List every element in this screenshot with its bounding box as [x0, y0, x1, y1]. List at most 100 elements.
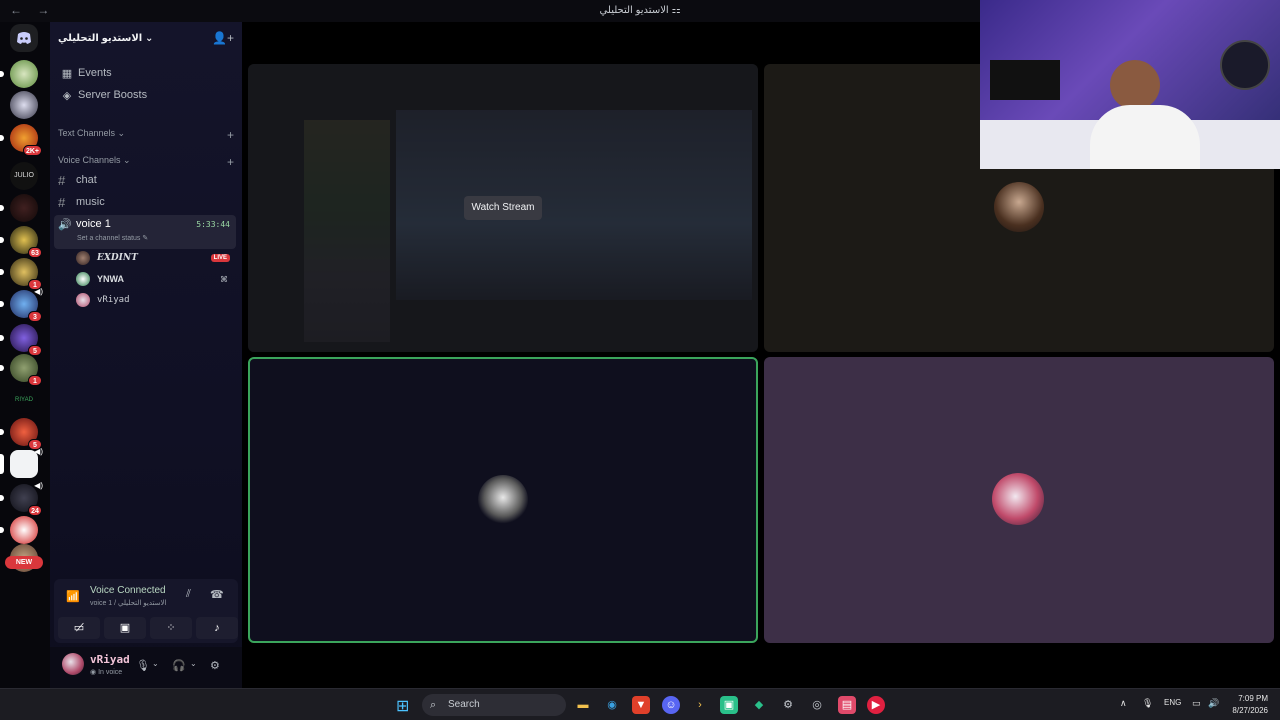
- watch-stream-button[interactable]: Watch Stream: [464, 196, 542, 220]
- server-boosts-item[interactable]: ◈ Server Boosts: [58, 85, 234, 105]
- stream-tile[interactable]: Watch Stream: [248, 64, 758, 352]
- headphones-icon[interactable]: 🎧: [172, 659, 186, 672]
- speaker-icon: ◀): [34, 481, 43, 490]
- channel-music[interactable]: # music: [54, 192, 236, 212]
- mention-badge: 24: [28, 505, 42, 516]
- tray-overflow-icon[interactable]: ∧: [1120, 698, 1127, 709]
- app-icon[interactable]: ◆: [750, 696, 768, 714]
- camera-button[interactable]: ▭̸: [58, 617, 100, 639]
- participant-avatar: [478, 475, 528, 525]
- mention-badge: 2K+: [22, 145, 42, 156]
- app-icon[interactable]: ◎: [808, 696, 826, 714]
- windows-start-icon[interactable]: ⊞: [396, 696, 409, 716]
- channel-label: voice 1: [76, 218, 111, 230]
- server-icon[interactable]: [0, 516, 38, 544]
- app-icon[interactable]: ▤: [838, 696, 856, 714]
- calendar-icon: ▦: [61, 67, 73, 80]
- activities-button[interactable]: ⁘: [150, 617, 192, 639]
- voice-channel-voice1[interactable]: 🔊 voice 1 5:33:44 Set a channel status ✎: [54, 215, 236, 249]
- soundboard-button[interactable]: ♪: [196, 617, 238, 639]
- signal-icon[interactable]: 📶: [66, 590, 80, 603]
- channel-status[interactable]: Set a channel status ✎: [77, 234, 148, 242]
- participant-tile[interactable]: [764, 357, 1274, 643]
- events-label: Events: [78, 67, 112, 79]
- live-badge: LIVE: [210, 254, 230, 262]
- boosts-label: Server Boosts: [78, 89, 148, 101]
- discord-home-button[interactable]: [10, 24, 38, 52]
- events-item[interactable]: ▦ Events: [58, 63, 234, 83]
- member-name: EXDINT: [97, 253, 138, 263]
- add-channel-icon[interactable]: +: [227, 128, 234, 142]
- volume-icon[interactable]: 🔊: [1208, 698, 1219, 709]
- mention-badge: 63: [28, 247, 42, 258]
- voice-member[interactable]: YNWA ⌘: [76, 270, 234, 288]
- noise-suppression-icon[interactable]: ⫽: [186, 588, 191, 601]
- channel-sidebar: الاستديو التحليلي ⌄ 👤+ ▦ Events ◈ Server…: [50, 22, 242, 688]
- chevron-down-icon[interactable]: ⌄: [152, 659, 159, 668]
- taskbar-search[interactable]: ⌕ Search: [422, 694, 566, 716]
- server-icon[interactable]: 1: [0, 258, 42, 290]
- voice-connected-label: Voice Connected: [90, 585, 166, 596]
- microphone-icon[interactable]: 🎙: [136, 659, 150, 672]
- server-icon[interactable]: [0, 60, 38, 88]
- channel-label: chat: [76, 174, 97, 186]
- server-icon[interactable]: [10, 91, 38, 119]
- app-icon[interactable]: ▣: [720, 696, 738, 714]
- server-icon[interactable]: ◀) 24: [0, 481, 43, 516]
- server-icon[interactable]: ◀) 3: [0, 287, 43, 322]
- mention-badge: 3: [28, 311, 42, 322]
- voice-location: voice 1 / الاستديو التحليلي: [90, 600, 167, 607]
- server-icon-active[interactable]: ◀): [0, 447, 43, 478]
- user-avatar[interactable]: [62, 653, 84, 675]
- participant-avatar: [992, 473, 1044, 525]
- invite-icon[interactable]: 👤+: [212, 31, 234, 45]
- steam-icon[interactable]: ⚙: [779, 696, 797, 714]
- network-icon[interactable]: ▭: [1192, 698, 1201, 709]
- server-header[interactable]: الاستديو التحليلي ⌄ 👤+: [58, 28, 234, 48]
- add-channel-icon[interactable]: +: [227, 155, 234, 169]
- chevron-down-icon[interactable]: ⌄: [190, 659, 197, 668]
- screen-share-button[interactable]: ▣: [104, 617, 146, 639]
- disconnect-icon[interactable]: ☎: [210, 588, 224, 601]
- discord-app-icon[interactable]: ☺: [662, 696, 680, 714]
- server-icon[interactable]: 1: [0, 354, 42, 386]
- avatar: [76, 272, 90, 286]
- voice-member[interactable]: vRiyad: [76, 291, 234, 309]
- text-channels-category[interactable]: Text Channels ⌄ +: [58, 128, 234, 142]
- server-icon[interactable]: JULIO: [10, 162, 38, 190]
- brave-browser-icon[interactable]: ▼: [632, 696, 650, 714]
- server-icon[interactable]: 5: [0, 324, 42, 356]
- tray-mic-icon[interactable]: 🎙: [1142, 698, 1153, 709]
- participant-tile-speaking[interactable]: [248, 357, 758, 643]
- speaker-icon: 🔊: [58, 219, 72, 231]
- mention-badge: 5: [28, 345, 42, 356]
- voice-channels-category[interactable]: Voice Channels ⌄ +: [58, 155, 234, 169]
- server-name: الاستديو التحليلي ⌄: [58, 32, 154, 44]
- edge-browser-icon[interactable]: ◉: [603, 696, 621, 714]
- channel-label: music: [76, 196, 105, 208]
- voice-member[interactable]: EXDINT LIVE: [76, 249, 234, 267]
- category-label: Voice Channels: [58, 155, 121, 165]
- server-icon[interactable]: [0, 194, 38, 222]
- language-indicator[interactable]: ENG: [1164, 698, 1181, 707]
- server-icon[interactable]: RIYAD: [10, 386, 38, 414]
- server-icon[interactable]: 5: [0, 418, 42, 450]
- user-status: ◉ In voice: [90, 669, 123, 676]
- avatar: [76, 293, 90, 307]
- playstation-icon: ⌘: [220, 274, 228, 284]
- channel-chat[interactable]: # chat: [54, 170, 236, 190]
- activities-icon: ⁘: [166, 622, 176, 634]
- plex-icon[interactable]: ›: [691, 696, 709, 714]
- settings-gear-icon[interactable]: ⚙: [210, 659, 220, 672]
- discord-icon: [17, 32, 31, 44]
- voice-connection-panel: 📶 Voice Connected voice 1 / الاستديو الت…: [54, 579, 238, 643]
- file-explorer-icon[interactable]: ▬: [574, 696, 592, 714]
- server-icon[interactable]: 2K+: [0, 124, 42, 156]
- system-clock[interactable]: 7:09 PM 8/27/2026: [1232, 693, 1268, 717]
- soundboard-icon: ♪: [214, 622, 220, 634]
- music-app-icon[interactable]: ▶: [867, 696, 885, 714]
- clock-time: 7:09 PM: [1238, 694, 1268, 703]
- username[interactable]: vRiyad: [90, 653, 130, 666]
- server-icon[interactable]: 63: [0, 226, 42, 258]
- clock-date: 8/27/2026: [1232, 706, 1268, 715]
